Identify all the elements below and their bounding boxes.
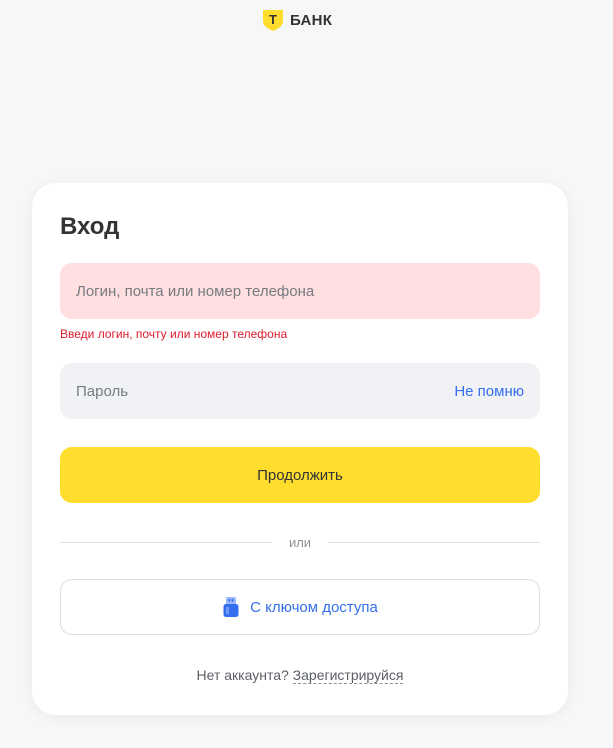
register-prompt: Нет аккаунта? xyxy=(196,667,289,683)
usb-key-icon xyxy=(223,597,239,617)
password-input-placeholder: Пароль xyxy=(76,382,129,400)
divider-line-left xyxy=(60,541,272,543)
register-link[interactable]: Зарегистрируйся xyxy=(292,667,404,684)
register-row: Нет аккаунта? Зарегистрируйся xyxy=(32,667,568,684)
t-bank-shield-icon: Т xyxy=(263,10,283,31)
divider-text: или xyxy=(288,534,312,550)
bank-logo[interactable]: Т БАНК xyxy=(261,8,332,32)
login-card: Вход Логин, почта или номер телефона Вве… xyxy=(32,183,568,715)
login-input[interactable]: Логин, почта или номер телефона xyxy=(60,263,540,319)
login-input-placeholder: Логин, почта или номер телефона xyxy=(76,282,315,300)
page-title: Вход xyxy=(60,213,120,240)
or-divider: или xyxy=(60,534,541,550)
logo-text: БАНК xyxy=(290,11,333,29)
logo-letter: Т xyxy=(269,12,277,27)
divider-line-right xyxy=(328,541,541,543)
password-input[interactable]: Пароль Не помню xyxy=(60,363,540,419)
login-error-message: Введи логин, почту или номер телефона xyxy=(60,327,288,341)
forgot-password-link[interactable]: Не помню xyxy=(454,383,524,400)
access-key-button[interactable]: С ключом доступа xyxy=(60,579,540,635)
continue-button[interactable]: Продолжить xyxy=(60,447,540,503)
access-key-label: С ключом доступа xyxy=(250,598,378,616)
